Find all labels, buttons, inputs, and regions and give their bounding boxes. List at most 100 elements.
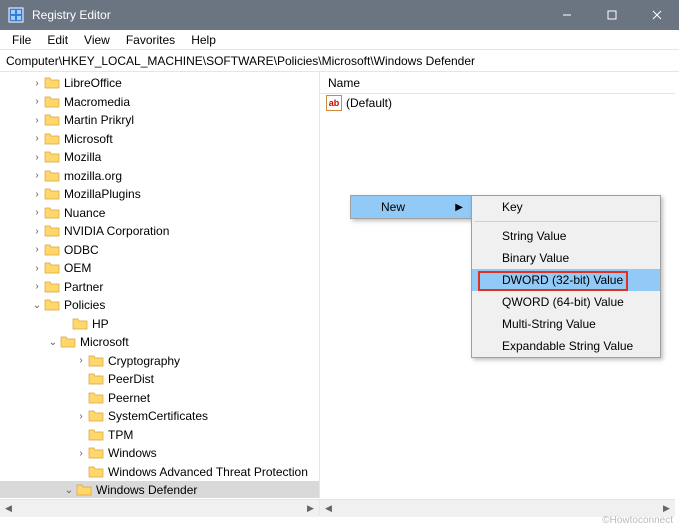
ctx-dword[interactable]: DWORD (32-bit) Value: [472, 269, 660, 291]
tree-twisty-icon[interactable]: ›: [74, 355, 88, 366]
tree-node[interactable]: PeerDist: [0, 370, 319, 389]
folder-icon: [88, 391, 104, 405]
tree-node[interactable]: ›SystemCertificates: [0, 407, 319, 426]
scroll-right-button[interactable]: ▶: [302, 500, 319, 517]
folder-icon: [44, 187, 60, 201]
tree-twisty-icon[interactable]: ›: [30, 263, 44, 274]
address-bar[interactable]: Computer\HKEY_LOCAL_MACHINE\SOFTWARE\Pol…: [0, 50, 679, 72]
tree-node[interactable]: › LibreOffice: [0, 74, 319, 93]
ctx-string[interactable]: String Value: [472, 225, 660, 247]
tree-twisty-icon[interactable]: ›: [74, 411, 88, 422]
tree-node[interactable]: › OEM: [0, 259, 319, 278]
menu-file[interactable]: File: [4, 31, 39, 49]
scroll-right-button[interactable]: ▶: [658, 500, 675, 517]
tree-node[interactable]: Windows Advanced Threat Protection: [0, 463, 319, 482]
tree-label: OEM: [64, 261, 91, 275]
folder-icon: [44, 224, 60, 238]
scroll-track[interactable]: [17, 500, 302, 517]
folder-icon: [88, 372, 104, 386]
menu-view[interactable]: View: [76, 31, 118, 49]
tree-twisty-icon[interactable]: ⌄: [62, 485, 76, 496]
tree-twisty-icon[interactable]: ›: [30, 281, 44, 292]
tree-node[interactable]: › mozilla.org: [0, 167, 319, 186]
maximize-button[interactable]: [589, 0, 634, 30]
tree-node[interactable]: ⌄Policies: [0, 296, 319, 315]
ctx-multi[interactable]: Multi-String Value: [472, 313, 660, 335]
tree-label: Peernet: [108, 391, 150, 405]
tree-twisty-icon[interactable]: ›: [30, 133, 44, 144]
scroll-left-button[interactable]: ◀: [320, 500, 337, 517]
tree-twisty-icon[interactable]: ›: [30, 96, 44, 107]
tree-twisty-icon[interactable]: ›: [30, 115, 44, 126]
scroll-track[interactable]: [337, 500, 658, 517]
menu-favorites[interactable]: Favorites: [118, 31, 183, 49]
tree-label: TPM: [108, 428, 133, 442]
menu-bar: File Edit View Favorites Help: [0, 30, 679, 50]
title-bar: Registry Editor: [0, 0, 679, 30]
tree-twisty-icon[interactable]: ›: [30, 189, 44, 200]
tree-label: HP: [92, 317, 109, 331]
tree-label: Cryptography: [108, 354, 180, 368]
tree-twisty-icon[interactable]: ⌄: [46, 337, 60, 348]
tree-twisty-icon[interactable]: ›: [30, 207, 44, 218]
bottom-scroll-area: ◀ ▶ ◀ ▶: [0, 499, 675, 516]
regedit-icon: [8, 7, 24, 23]
folder-icon: [76, 483, 92, 497]
tree-node[interactable]: ›Mozilla: [0, 148, 319, 167]
tree-node[interactable]: › NVIDIA Corporation: [0, 222, 319, 241]
folder-icon: [72, 317, 88, 331]
folder-icon: [88, 465, 104, 479]
tree-node[interactable]: ›MozillaPlugins: [0, 185, 319, 204]
tree-node[interactable]: ⌄ Windows Defender: [0, 481, 319, 498]
tree-label: Microsoft: [64, 132, 113, 146]
list-row-default[interactable]: ab (Default): [320, 94, 675, 112]
tree-label: Windows Defender: [96, 483, 197, 497]
menu-edit[interactable]: Edit: [39, 31, 76, 49]
folder-icon: [44, 261, 60, 275]
tree-pane[interactable]: ›LibreOffice›Macromedia›Martin Prikryl›M…: [0, 72, 320, 498]
ctx-expand[interactable]: Expandable String Value: [472, 335, 660, 357]
close-button[interactable]: [634, 0, 679, 30]
folder-icon: [44, 150, 60, 164]
folder-icon: [60, 335, 76, 349]
folder-icon: [44, 95, 60, 109]
ctx-separator: [474, 221, 658, 222]
folder-icon: [44, 76, 60, 90]
ctx-binary[interactable]: Binary Value: [472, 247, 660, 269]
minimize-button[interactable]: [544, 0, 589, 30]
tree-twisty-icon[interactable]: ›: [30, 152, 44, 163]
list-header-name[interactable]: Name: [320, 72, 675, 94]
tree-node[interactable]: › Microsoft: [0, 130, 319, 149]
tree-twisty-icon[interactable]: ›: [30, 170, 44, 181]
menu-help[interactable]: Help: [183, 31, 224, 49]
tree-node[interactable]: › ODBC: [0, 241, 319, 260]
tree-twisty-icon[interactable]: ›: [30, 244, 44, 255]
folder-icon: [44, 243, 60, 257]
tree-node[interactable]: HP: [0, 315, 319, 334]
tree-node[interactable]: ›Partner: [0, 278, 319, 297]
tree-twisty-icon[interactable]: ⌄: [30, 300, 44, 311]
tree-twisty-icon[interactable]: ›: [74, 448, 88, 459]
tree-node[interactable]: Peernet: [0, 389, 319, 408]
tree-node[interactable]: ⌄Microsoft: [0, 333, 319, 352]
tree-twisty-icon[interactable]: ›: [30, 78, 44, 89]
tree-node[interactable]: ›Macromedia: [0, 93, 319, 112]
tree-node[interactable]: ›Martin Prikryl: [0, 111, 319, 130]
tree-label: ODBC: [64, 243, 99, 257]
tree-node[interactable]: TPM: [0, 426, 319, 445]
tree-node[interactable]: ›Nuance: [0, 204, 319, 223]
string-value-icon: ab: [326, 95, 342, 111]
tree-label: NVIDIA Corporation: [64, 224, 169, 238]
watermark: ©Howtoconnect: [602, 515, 673, 526]
scroll-left-button[interactable]: ◀: [0, 500, 17, 517]
tree-label: mozilla.org: [64, 169, 122, 183]
tree-node[interactable]: ›Windows: [0, 444, 319, 463]
ctx-key[interactable]: Key: [472, 196, 660, 218]
tree-label: LibreOffice: [64, 76, 122, 90]
tree-label: Windows Advanced Threat Protection: [108, 465, 308, 479]
ctx-new[interactable]: New ▶: [351, 196, 471, 218]
tree-node[interactable]: › Cryptography: [0, 352, 319, 371]
submenu-arrow-icon: ▶: [455, 202, 463, 213]
ctx-qword[interactable]: QWORD (64-bit) Value: [472, 291, 660, 313]
tree-twisty-icon[interactable]: ›: [30, 226, 44, 237]
